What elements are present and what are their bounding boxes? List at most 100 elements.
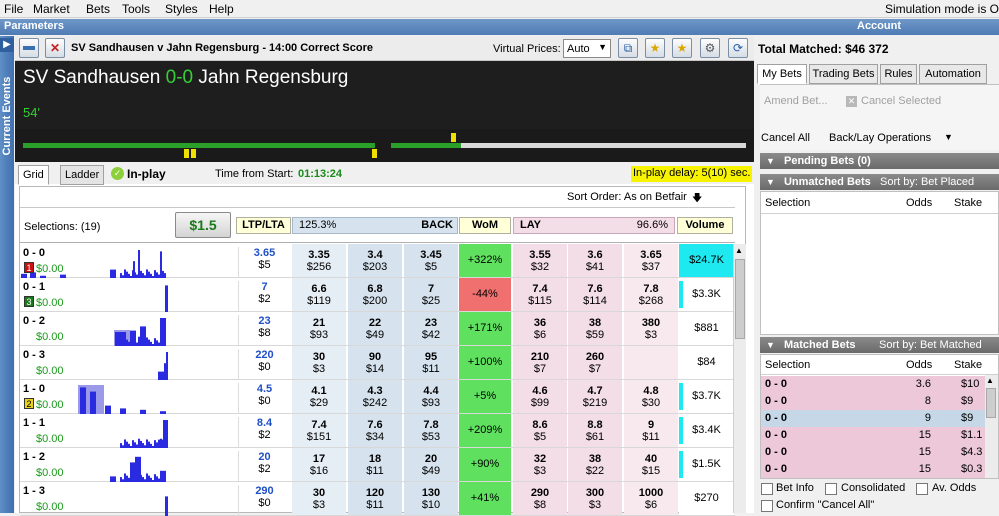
lay-cell[interactable]: 4.6 $99 (513, 380, 567, 413)
matched-bets-header[interactable]: ▼ Matched Bets Sort by: Bet Matched (760, 337, 999, 353)
tab-automation[interactable]: Automation (919, 64, 987, 84)
cancel-all-button[interactable]: Cancel All (761, 132, 810, 144)
lay-cell[interactable]: 8.8 $61 (568, 414, 622, 447)
matched-bet-row[interactable]: 0 - 0 15 $4.3 (761, 444, 985, 461)
back-cell[interactable]: 20 $49 (404, 448, 458, 481)
selection-row[interactable]: 1 - 2 $0.00 20 $2 17 $16 18 $11 20 $49 +90% 32 $3 38 $… (20, 448, 735, 482)
lay-cell[interactable]: 4.7 $219 (568, 380, 622, 413)
back-cell[interactable]: 90 $14 (348, 346, 402, 379)
lay-cell[interactable]: 290 $8 (513, 482, 567, 515)
back-cell[interactable]: 30 $3 (292, 482, 346, 515)
lay-cell[interactable] (624, 346, 678, 379)
selection-row[interactable]: 0 - 3 $0.00 220 $0 30 $3 90 $14 95 $11 +100% 210 $7 2… (20, 346, 735, 380)
back-cell[interactable]: 7.8 $53 (404, 414, 458, 447)
lay-cell[interactable]: 210 $7 (513, 346, 567, 379)
windows-icon[interactable]: ⧉ (618, 38, 638, 58)
back-cell[interactable]: 4.4 $93 (404, 380, 458, 413)
amend-bet-button[interactable]: Amend Bet... (764, 95, 828, 107)
matched-bet-row[interactable]: 0 - 0 8 $9 (761, 393, 985, 410)
pending-bets-header[interactable]: ▼ Pending Bets (0) (760, 153, 999, 169)
selection-row[interactable]: 1 - 3 $0.00 290 $0 30 $3 120 $11 130 $10 +41% 290 $8… (20, 482, 735, 516)
back-cell[interactable]: 130 $10 (404, 482, 458, 515)
virtual-prices-select[interactable]: Auto ▼ (563, 39, 611, 58)
matched-bet-row[interactable]: 0 - 0 9 $9 (761, 410, 985, 427)
lay-cell[interactable]: 1000 $6 (624, 482, 678, 515)
refresh-icon[interactable]: ⟳ (728, 38, 748, 58)
selection-row[interactable]: 1 - 1 $0.00 8.4 $2 7.4 $151 7.6 $34 7.8 $53 +209% 8… (20, 414, 735, 448)
lay-cell[interactable]: 7.8 $268 (624, 278, 678, 311)
grid-scrollbar[interactable]: ▲ (733, 244, 746, 513)
menu-market[interactable]: Market (33, 2, 70, 16)
chevron-down-icon[interactable]: ▼ (944, 132, 953, 142)
sort-arrow-icon[interactable]: 🡇 (692, 191, 702, 208)
back-cell[interactable]: 7 $25 (404, 278, 458, 311)
tab-grid[interactable]: Grid (18, 165, 49, 185)
minimize-icon[interactable] (19, 38, 39, 58)
grid-scroll-thumb[interactable] (735, 259, 745, 339)
tab-rules[interactable]: Rules (880, 64, 917, 84)
selection-row[interactable]: 0 - 1 3 $0.00 7 $2 6.6 $119 6.8 $200 7 $25 -44% 7.4 $… (20, 278, 735, 312)
back-cell[interactable]: 4.1 $29 (292, 380, 346, 413)
matched-bet-row[interactable]: 0 - 0 15 $0.3 (761, 461, 985, 478)
selection-row[interactable]: 1 - 0 2 $0.00 4.5 $0 4.1 $29 4.3 $242 4.4 $93 +5% 4.… (20, 380, 735, 414)
expand-arrow-icon[interactable]: ▶ (0, 38, 14, 52)
back-cell[interactable]: 30 $3 (292, 346, 346, 379)
back-cell[interactable]: 6.8 $200 (348, 278, 402, 311)
lay-cell[interactable]: 3.6 $41 (568, 244, 622, 277)
lay-cell[interactable]: 3.65 $37 (624, 244, 678, 277)
scroll-up-icon[interactable]: ▲ (735, 246, 743, 255)
lay-cell[interactable]: 4.8 $30 (624, 380, 678, 413)
menu-styles[interactable]: Styles (165, 2, 198, 16)
tab-trading-bets[interactable]: Trading Bets (809, 64, 878, 84)
menu-tools[interactable]: Tools (122, 2, 150, 16)
back-cell[interactable]: 3.4 $203 (348, 244, 402, 277)
current-events-tab[interactable]: Current Events (0, 36, 14, 513)
back-cell[interactable]: 6.6 $119 (292, 278, 346, 311)
back-lay-operations-button[interactable]: Back/Lay Operations (829, 132, 931, 144)
selection-row[interactable]: 0 - 0 1 $0.00 3.65 $5 3.35 $256 3.4 $203 3.45 $5 +3… (20, 244, 735, 278)
cancel-selected-button[interactable]: Cancel Selected (861, 95, 941, 107)
back-cell[interactable]: 23 $42 (404, 312, 458, 345)
lay-cell[interactable]: 38 $59 (568, 312, 622, 345)
lay-cell[interactable]: 7.6 $114 (568, 278, 622, 311)
confirm-cancel-all-checkbox[interactable] (761, 500, 773, 512)
matched-bet-row[interactable]: 0 - 0 3.6 $10 (761, 376, 985, 393)
crossed-tools-icon[interactable]: ✕ (45, 38, 65, 58)
lay-cell[interactable]: 380 $3 (624, 312, 678, 345)
menu-help[interactable]: Help (209, 2, 234, 16)
back-cell[interactable]: 17 $16 (292, 448, 346, 481)
lay-cell[interactable]: 3.55 $32 (513, 244, 567, 277)
matched-bet-row[interactable]: 0 - 0 15 $1.1 (761, 427, 985, 444)
back-cell[interactable]: 22 $49 (348, 312, 402, 345)
lay-cell[interactable]: 8.6 $5 (513, 414, 567, 447)
avg-odds-checkbox[interactable] (916, 483, 928, 495)
lay-cell[interactable]: 40 $15 (624, 448, 678, 481)
stake-button[interactable]: $1.5 (175, 212, 231, 238)
menu-bets[interactable]: Bets (86, 2, 110, 16)
gear-icon[interactable]: ⚙ (700, 38, 720, 58)
lay-cell[interactable]: 38 $22 (568, 448, 622, 481)
back-cell[interactable]: 4.3 $242 (348, 380, 402, 413)
menu-file[interactable]: File (4, 2, 23, 16)
lay-cell[interactable]: 32 $3 (513, 448, 567, 481)
scroll-up-icon[interactable]: ▲ (986, 376, 994, 385)
lay-cell[interactable]: 36 $6 (513, 312, 567, 345)
lay-cell[interactable]: 7.4 $115 (513, 278, 567, 311)
back-cell[interactable]: 3.35 $256 (292, 244, 346, 277)
lay-cell[interactable]: 9 $11 (624, 414, 678, 447)
selection-row[interactable]: 0 - 2 $0.00 23 $8 21 $93 22 $49 23 $42 +171% 36 $6 38… (20, 312, 735, 346)
consolidated-checkbox[interactable] (825, 483, 837, 495)
back-cell[interactable]: 18 $11 (348, 448, 402, 481)
back-cell[interactable]: 7.6 $34 (348, 414, 402, 447)
unmatched-sort[interactable]: Sort by: Bet Placed (880, 174, 974, 190)
back-cell[interactable]: 21 $93 (292, 312, 346, 345)
star-add-icon[interactable]: ★ (672, 38, 692, 58)
bet-info-checkbox[interactable] (761, 483, 773, 495)
matched-scroll-thumb[interactable] (986, 388, 996, 418)
back-cell[interactable]: 3.45 $5 (404, 244, 458, 277)
back-cell[interactable]: 7.4 $151 (292, 414, 346, 447)
star-icon[interactable]: ★ (645, 38, 665, 58)
matched-scrollbar[interactable]: ▲ (985, 375, 998, 478)
back-cell[interactable]: 95 $11 (404, 346, 458, 379)
lay-cell[interactable]: 260 $7 (568, 346, 622, 379)
